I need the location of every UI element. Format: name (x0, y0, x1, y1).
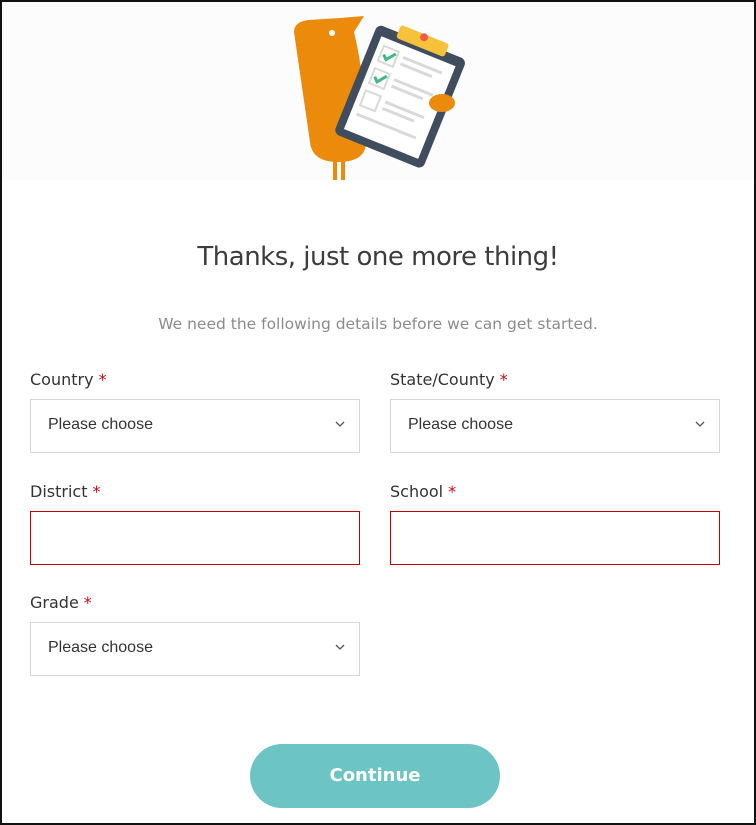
country-select-value: Please choose (48, 416, 153, 433)
continue-button[interactable]: Continue (250, 744, 500, 808)
district-label-text: District (30, 482, 88, 501)
grade-select[interactable]: Please choose (30, 622, 360, 676)
state-label: State/County * (390, 370, 508, 389)
page-subtitle: We need the following details before we … (158, 315, 598, 333)
state-label-text: State/County (390, 370, 495, 389)
district-input[interactable] (30, 511, 360, 565)
required-marker: * (92, 482, 101, 501)
bird-clipboard-icon (294, 16, 465, 180)
school-label-text: School (390, 482, 444, 501)
country-label: Country * (30, 370, 107, 389)
chevron-down-icon (335, 644, 345, 650)
chevron-down-icon (335, 421, 345, 427)
district-label: District * (30, 482, 100, 501)
header-illustration (2, 2, 754, 180)
grade-select-value: Please choose (48, 639, 153, 656)
form-page: Thanks, just one more thing! We need the… (0, 0, 756, 825)
school-label: School * (390, 482, 456, 501)
state-select[interactable]: Please choose (390, 399, 720, 453)
country-select[interactable]: Please choose (30, 399, 360, 453)
grade-label-text: Grade (30, 593, 79, 612)
required-marker: * (499, 370, 508, 389)
required-marker: * (98, 370, 107, 389)
school-input[interactable] (390, 511, 720, 565)
required-marker: * (448, 482, 457, 501)
page-title: Thanks, just one more thing! (197, 242, 559, 272)
state-select-value: Please choose (408, 416, 513, 433)
required-marker: * (83, 593, 92, 612)
chevron-down-icon (695, 421, 705, 427)
grade-label: Grade * (30, 593, 92, 612)
country-label-text: Country (30, 370, 94, 389)
